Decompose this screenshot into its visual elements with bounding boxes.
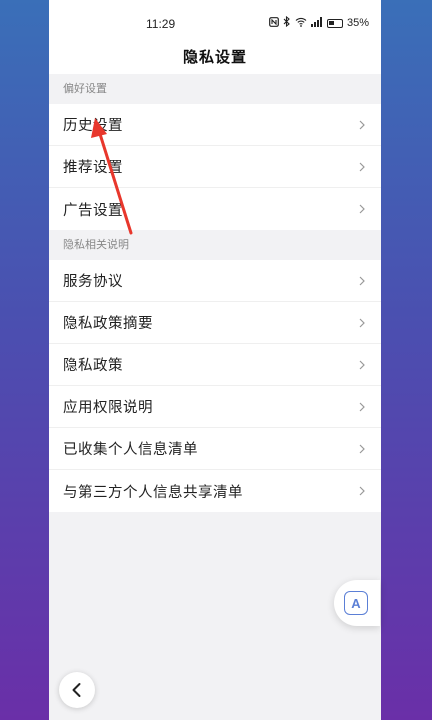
settings-item-label: 历史设置 [63, 118, 123, 134]
settings-item-app-permissions[interactable]: 应用权限说明 [49, 386, 381, 428]
chevron-right-icon [359, 162, 365, 171]
settings-item-privacy-policy[interactable]: 隐私政策 [49, 344, 381, 386]
chevron-left-icon [72, 683, 81, 697]
chevron-right-icon [359, 360, 365, 369]
settings-item-third-party-sharing[interactable]: 与第三方个人信息共享清单 [49, 470, 381, 512]
bluetooth-icon [283, 15, 291, 30]
settings-item-collected-info[interactable]: 已收集个人信息清单 [49, 428, 381, 470]
header-bar: 隐私设置 [49, 44, 381, 74]
chevron-right-icon [359, 120, 365, 129]
settings-item-label: 广告设置 [63, 202, 123, 219]
status-bar: 11:29 35% [49, 0, 381, 44]
battery-icon [326, 18, 343, 28]
chevron-right-icon [359, 444, 365, 453]
text-recognition-icon: A [344, 591, 368, 615]
settings-item-label: 隐私政策摘要 [63, 316, 153, 332]
settings-item-label: 隐私政策 [63, 358, 123, 374]
status-time: 11:29 [146, 17, 176, 31]
battery-percent: 35% [346, 17, 369, 29]
section-header-preferences: 偏好设置 [49, 74, 381, 104]
settings-item-label: 与第三方个人信息共享清单 [63, 484, 243, 501]
signal-icon [310, 16, 323, 30]
settings-item-label: 服务协议 [63, 274, 123, 290]
settings-item-label: 应用权限说明 [63, 400, 153, 416]
settings-item-privacy-summary[interactable]: 隐私政策摘要 [49, 302, 381, 344]
phone-screen: 11:29 35% 隐私设置 偏好设置 历史设置 推荐设置 广告设置 隐私相关说… [49, 0, 381, 720]
chevron-right-icon [359, 276, 365, 285]
status-icons: 35% [269, 15, 369, 30]
settings-item-history[interactable]: 历史设置 [49, 104, 381, 146]
chevron-right-icon [359, 402, 365, 411]
wifi-icon [295, 17, 307, 30]
settings-item-label: 推荐设置 [63, 160, 123, 176]
chevron-right-icon [359, 204, 365, 214]
settings-item-recommendation[interactable]: 推荐设置 [49, 146, 381, 188]
page-title: 隐私设置 [182, 48, 247, 66]
settings-item-label: 已收集个人信息清单 [63, 442, 198, 458]
back-button[interactable] [59, 672, 95, 708]
chevron-right-icon [359, 486, 365, 496]
chevron-right-icon [359, 318, 365, 327]
settings-item-ads[interactable]: 广告设置 [49, 188, 381, 230]
settings-item-service-agreement[interactable]: 服务协议 [49, 260, 381, 302]
nfc-icon [269, 16, 279, 30]
floating-button-glyph: A [351, 595, 361, 611]
floating-translate-button[interactable]: A [334, 580, 380, 626]
section-header-privacy-info: 隐私相关说明 [49, 230, 381, 260]
